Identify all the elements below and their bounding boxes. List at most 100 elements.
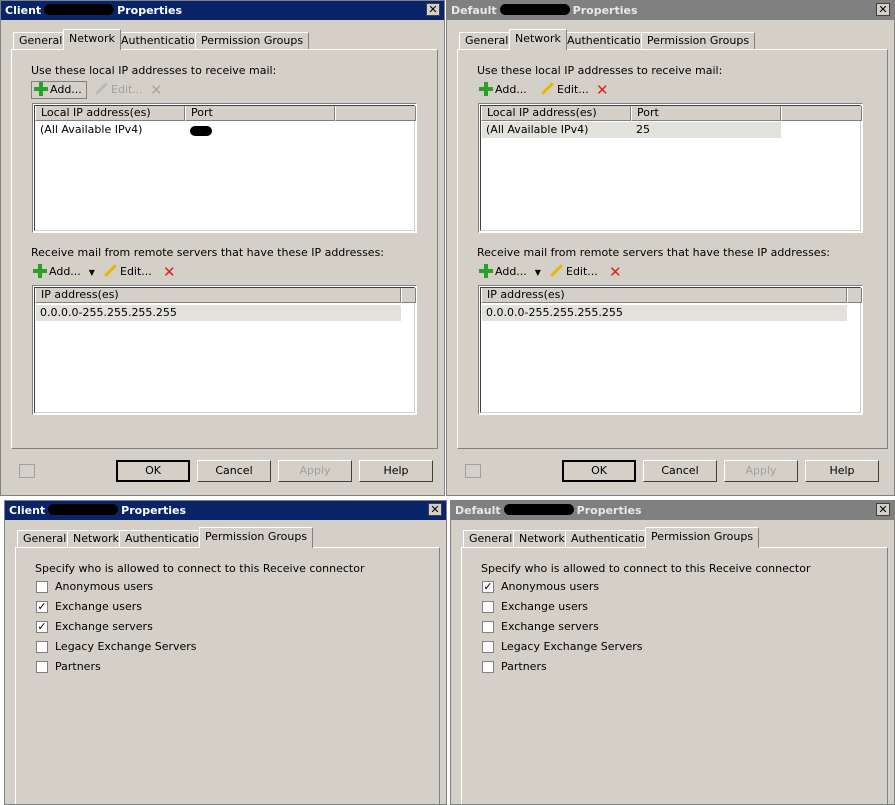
client-network-window: Client Properties ✕ General Network Authe… (0, 0, 445, 496)
dropdown-arrow-icon[interactable]: ▼ (89, 268, 95, 277)
tab-authentication[interactable]: Authentication (561, 32, 654, 49)
tab-permission-groups[interactable]: Permission Groups (199, 527, 314, 548)
redacted-name (44, 4, 115, 15)
column-header-port[interactable]: Port (631, 106, 781, 121)
add-icon (479, 264, 493, 278)
remote-delete-button[interactable]: ✕ (163, 263, 176, 281)
tab-network[interactable]: Network (63, 29, 121, 50)
list-item-ip[interactable]: (All Available IPv4) (35, 122, 142, 137)
apply-button[interactable]: Apply (278, 460, 352, 482)
client-permissions-window: Client Properties ✕ General Network Authe… (4, 500, 447, 805)
close-icon[interactable]: ✕ (876, 503, 890, 516)
anonymous-users-checkbox[interactable]: ✓ (482, 581, 494, 593)
remote-servers-label: Receive mail from remote servers that ha… (31, 246, 385, 259)
local-address-list[interactable]: Local IP address(es) Port (All Available… (478, 103, 863, 233)
column-header-blank (335, 106, 416, 121)
close-icon[interactable]: ✕ (876, 3, 890, 16)
list-item-port[interactable]: 25 (631, 122, 650, 137)
tab-strip: General Network Authentication Permissio… (455, 29, 756, 50)
column-header-local-ip[interactable]: Local IP address(es) (35, 106, 185, 121)
tab-network[interactable]: Network (67, 530, 125, 547)
tab-permission-groups[interactable]: Permission Groups (641, 32, 756, 49)
ok-button[interactable]: OK (116, 460, 190, 482)
exchange-users-checkbox[interactable] (482, 601, 494, 613)
list-item-ip[interactable]: (All Available IPv4) (481, 122, 588, 137)
title-bar[interactable]: Client Properties ✕ (1, 1, 444, 20)
cancel-button[interactable]: Cancel (197, 460, 271, 482)
title-bar[interactable]: Default Properties ✕ (451, 501, 894, 520)
exchange-servers-checkbox[interactable] (482, 621, 494, 633)
column-header-blank (781, 106, 862, 121)
remote-add-button[interactable]: Add... ▼ (31, 263, 95, 281)
partners-checkbox[interactable] (36, 661, 48, 673)
tab-permission-groups[interactable]: Permission Groups (195, 32, 310, 49)
tab-panel: Specify who is allowed to connect to thi… (15, 547, 440, 804)
title-bar[interactable]: Client Properties ✕ (5, 501, 446, 520)
list-item-ip-range[interactable]: 0.0.0.0-255.255.255.255 (35, 305, 177, 320)
anonymous-users-label: Anonymous users (501, 580, 600, 593)
apply-button[interactable]: Apply (724, 460, 798, 482)
tab-authentication[interactable]: Authentication (565, 530, 658, 547)
remote-address-list[interactable]: IP address(es) 0.0.0.0-255.255.255.255 (32, 285, 417, 415)
help-button[interactable]: Help (805, 460, 879, 482)
delete-icon: ✕ (163, 263, 176, 281)
remote-add-label: Add... (49, 265, 81, 278)
tab-authentication[interactable]: Authentication (119, 530, 212, 547)
column-header-blank (847, 288, 862, 303)
tab-permission-groups[interactable]: Permission Groups (645, 527, 760, 548)
cancel-button[interactable]: Cancel (643, 460, 717, 482)
window-title-prefix: Default (455, 504, 501, 517)
window-title-prefix: Client (9, 504, 46, 517)
edit-icon (103, 264, 117, 278)
exchange-servers-label: Exchange servers (501, 620, 599, 633)
exchange-users-checkbox[interactable]: ✓ (36, 601, 48, 613)
tab-general[interactable]: General (17, 530, 73, 547)
remote-delete-button[interactable]: ✕ (609, 263, 622, 281)
tab-authentication[interactable]: Authentication (115, 32, 208, 49)
column-header-blank (401, 288, 416, 303)
partners-checkbox[interactable] (482, 661, 494, 673)
remote-add-button[interactable]: Add... ▼ (477, 263, 541, 281)
tab-general[interactable]: General (13, 32, 69, 49)
dropdown-arrow-icon[interactable]: ▼ (535, 268, 541, 277)
ok-button[interactable]: OK (562, 460, 636, 482)
remote-address-list[interactable]: IP address(es) 0.0.0.0-255.255.255.255 (478, 285, 863, 415)
remote-edit-button[interactable]: Edit... (103, 263, 152, 281)
edit-button[interactable]: Edit... (94, 81, 143, 99)
edit-button[interactable]: Edit... (540, 81, 589, 99)
exchange-servers-checkbox[interactable]: ✓ (36, 621, 48, 633)
column-header-port[interactable]: Port (185, 106, 335, 121)
column-header-ip[interactable]: IP address(es) (481, 288, 847, 303)
list-item-ip-range[interactable]: 0.0.0.0-255.255.255.255 (481, 305, 623, 320)
remote-servers-label: Receive mail from remote servers that ha… (477, 246, 831, 259)
help-button[interactable]: Help (359, 460, 433, 482)
delete-button[interactable]: ✕ (150, 81, 163, 99)
tab-strip: General Network Authentication Permissio… (13, 527, 314, 548)
delete-button[interactable]: ✕ (596, 81, 609, 99)
default-network-window: Default Properties ✕ General Network Auth… (446, 0, 895, 496)
column-header-local-ip[interactable]: Local IP address(es) (481, 106, 631, 121)
column-header-ip[interactable]: IP address(es) (35, 288, 401, 303)
add-button[interactable]: Add... (477, 81, 527, 99)
local-address-list[interactable]: Local IP address(es) Port (All Available… (32, 103, 417, 233)
tab-general[interactable]: General (459, 32, 515, 49)
title-bar[interactable]: Default Properties ✕ (447, 1, 894, 20)
tab-general[interactable]: General (463, 530, 519, 547)
add-label: Add... (50, 83, 82, 96)
tab-strip: General Network Authentication Permissio… (459, 527, 760, 548)
add-button[interactable]: Add... (31, 81, 87, 99)
checkmark-icon: ✓ (37, 600, 47, 613)
local-addresses-label: Use these local IP addresses to receive … (477, 64, 723, 77)
close-icon[interactable]: ✕ (428, 503, 442, 516)
legacy-exchange-servers-checkbox[interactable] (36, 641, 48, 653)
legacy-exchange-servers-checkbox[interactable] (482, 641, 494, 653)
close-icon[interactable]: ✕ (426, 3, 440, 16)
anonymous-users-checkbox[interactable] (36, 581, 48, 593)
redacted-name (503, 504, 574, 515)
redacted-name (499, 4, 570, 15)
tab-network[interactable]: Network (509, 29, 567, 50)
remote-edit-button[interactable]: Edit... (549, 263, 598, 281)
add-icon (33, 264, 47, 278)
tab-network[interactable]: Network (513, 530, 571, 547)
properties-icon (19, 464, 35, 478)
